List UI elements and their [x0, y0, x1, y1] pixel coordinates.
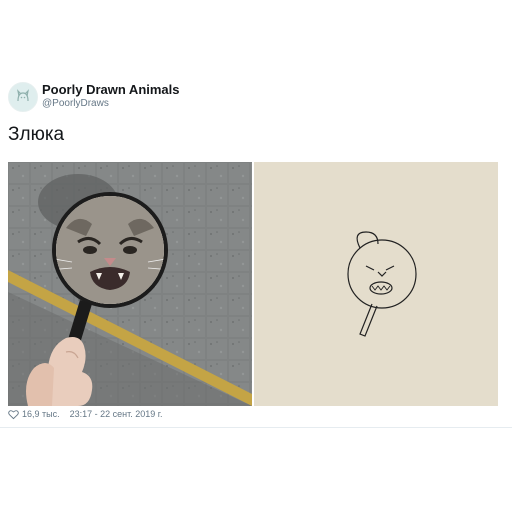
author-handle[interactable]: @PoorlyDraws — [42, 97, 180, 110]
author-names: Poorly Drawn Animals @PoorlyDraws — [42, 82, 180, 110]
tweet-card: Poorly Drawn Animals @PoorlyDraws Злюка — [0, 72, 512, 432]
like-count[interactable]: 16,9 тыс. — [22, 409, 60, 419]
avatar[interactable] — [8, 82, 38, 112]
author-display-name[interactable]: Poorly Drawn Animals — [42, 82, 180, 97]
tweet-timestamp[interactable]: 23:17 - 22 сент. 2019 г. — [70, 409, 163, 419]
angry-cat-magnifier-photo[interactable] — [8, 162, 252, 406]
tweet-footer: 16,9 тыс. 23:17 - 22 сент. 2019 г. — [8, 407, 162, 421]
tweet-header: Poorly Drawn Animals @PoorlyDraws — [8, 80, 308, 114]
heart-icon[interactable] — [8, 409, 19, 420]
cat-doodle-drawing[interactable] — [254, 162, 498, 406]
cat-doodle-icon — [17, 89, 29, 102]
divider — [0, 427, 512, 428]
tweet-media — [8, 162, 498, 406]
tweet-text: Злюка — [8, 124, 65, 145]
